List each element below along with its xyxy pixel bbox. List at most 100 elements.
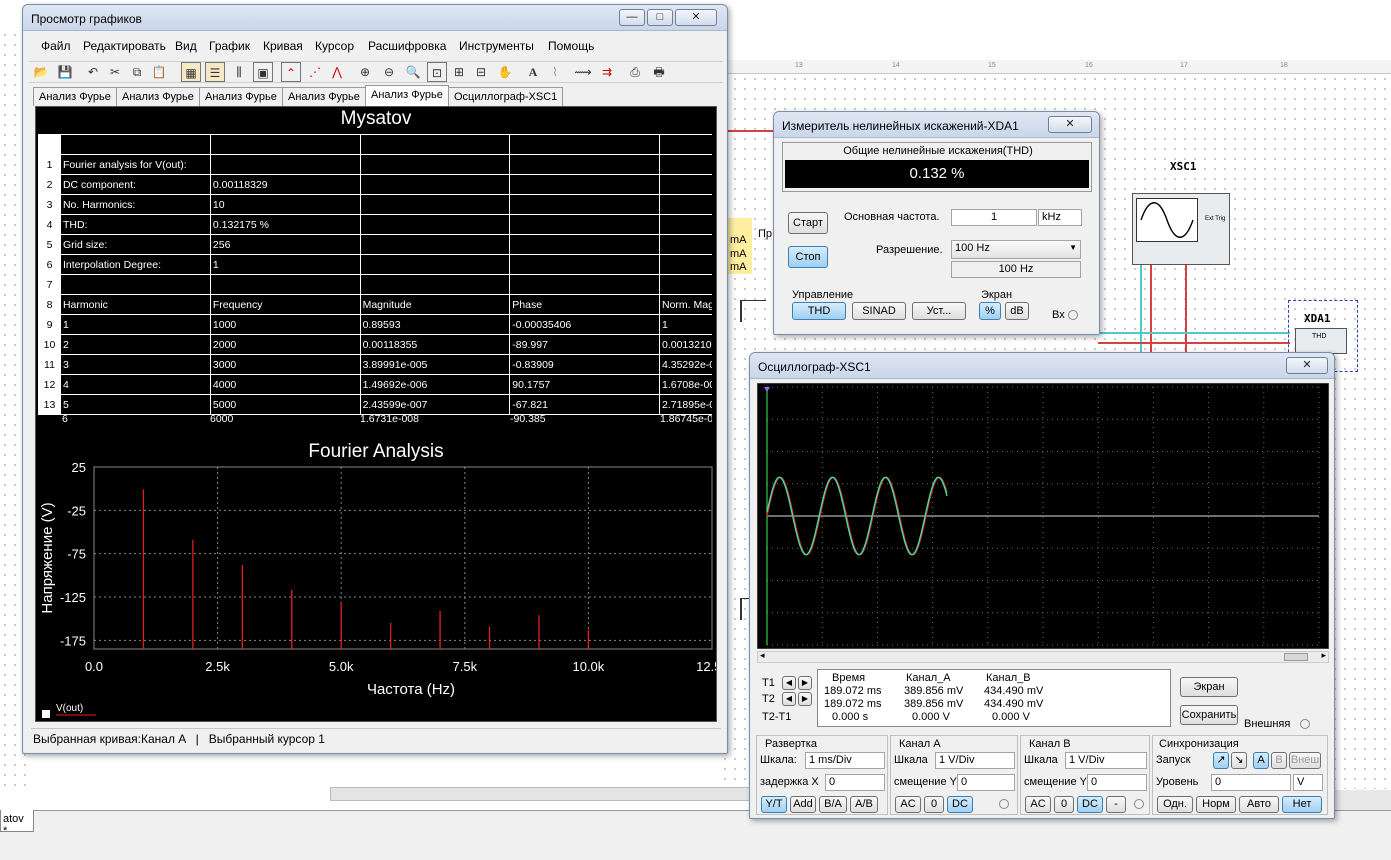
t2-right-button[interactable]: ▶ (798, 692, 812, 706)
yt-button[interactable]: Y/T (761, 796, 787, 813)
close-button[interactable]: ✕ (1286, 357, 1328, 374)
scope-screen[interactable] (757, 383, 1329, 649)
start-button[interactable]: Старт (788, 212, 828, 234)
external-terminal-icon[interactable] (1300, 719, 1310, 729)
chb-offset-input[interactable]: 0 (1087, 774, 1147, 791)
percent-button[interactable]: % (979, 302, 1001, 320)
t1-right-button[interactable]: ▶ (798, 676, 812, 690)
sinad-button[interactable]: SINAD (852, 302, 906, 320)
trigger-level-unit[interactable]: V (1293, 774, 1323, 791)
print-preview-icon[interactable]: ⎙ (625, 62, 645, 82)
menu-trace[interactable]: Кривая (263, 39, 303, 53)
menu-file[interactable]: Файл (41, 39, 71, 53)
chb-zero-button[interactable]: 0 (1054, 796, 1074, 813)
normal-button[interactable]: Норм (1196, 796, 1236, 813)
chb-dc-button[interactable]: DC (1077, 796, 1103, 813)
cut-icon[interactable]: ✂ (105, 62, 125, 82)
maximize-button[interactable]: □ (647, 9, 673, 26)
tab-fourier-3[interactable]: Анализ Фурье (199, 87, 283, 106)
pan-icon[interactable]: ✋ (495, 62, 515, 82)
fourier-chart[interactable]: Fourier Analysis 0.0 2.5k 5.0k 7.5k 10.0k 12.5… (36, 432, 716, 722)
db-button[interactable]: dB (1005, 302, 1029, 320)
points-icon[interactable]: ⋰ (305, 62, 325, 82)
cha-dc-button[interactable]: DC (947, 796, 973, 813)
menu-tools[interactable]: Инструменты (459, 39, 534, 53)
ab-button[interactable]: A/B (850, 796, 878, 813)
save-button[interactable]: Сохранить (1180, 705, 1238, 725)
close-button[interactable]: ✕ (1048, 116, 1092, 133)
menu-cursor[interactable]: Курсор (315, 39, 354, 53)
x-position-input[interactable]: 0 (825, 774, 885, 791)
scroll-right-icon[interactable]: ▸ (1321, 650, 1326, 661)
menu-view[interactable]: Вид (175, 39, 197, 53)
zoom-out-icon[interactable]: ⊖ (379, 62, 399, 82)
menu-decode[interactable]: Расшифровка (368, 39, 446, 53)
paste-icon[interactable]: 📋 (149, 62, 169, 82)
xda1-instrument[interactable]: THD (1295, 328, 1347, 354)
menu-help[interactable]: Помощь (548, 39, 594, 53)
grapher-titlebar[interactable]: Просмотр графиков — □ ✕ (23, 5, 727, 31)
t2-left-button[interactable]: ◀ (782, 692, 796, 706)
line-chart-icon[interactable]: ⌃ (281, 62, 301, 82)
minimize-button[interactable]: — (619, 9, 645, 26)
menu-edit[interactable]: Редактировать (83, 39, 166, 53)
open-icon[interactable]: 📂 (31, 62, 51, 82)
fundamental-freq-input[interactable]: 1 (951, 209, 1037, 226)
input-terminal-icon[interactable] (1068, 310, 1078, 320)
close-button[interactable]: ✕ (675, 9, 717, 26)
tab-fourier-1[interactable]: Анализ Фурье (33, 87, 117, 106)
xsc1-instrument[interactable]: Ext Trig (1132, 193, 1230, 265)
trigger-level-input[interactable]: 0 (1211, 774, 1291, 791)
undo-icon[interactable]: ↶ (83, 62, 103, 82)
freq-unit[interactable]: kHz (1038, 209, 1082, 226)
setup-button[interactable]: Уст... (912, 302, 966, 320)
zoom-y-icon[interactable]: ⊟ (471, 62, 491, 82)
line-points-icon[interactable]: ⋀ (327, 62, 347, 82)
rising-edge-button[interactable]: ↗ (1213, 752, 1229, 769)
scroll-left-icon[interactable]: ◂ (760, 650, 765, 661)
save-icon[interactable]: 💾 (55, 62, 75, 82)
screen-icon[interactable]: ▣ (253, 62, 273, 82)
print-icon[interactable]: 🖶 (649, 62, 669, 82)
distortion-titlebar[interactable]: Измеритель нелинейных искажений-XDA1 ✕ (774, 112, 1099, 138)
text-icon[interactable]: A (523, 62, 543, 82)
current-probe[interactable]: mA mA mA (726, 218, 752, 274)
scope-titlebar[interactable]: Осциллограф-XSC1 ✕ (750, 353, 1334, 379)
export-icon[interactable]: ⇉ (597, 62, 617, 82)
chb-ac-button[interactable]: AC (1025, 796, 1051, 813)
legend-icon[interactable]: ☰ (205, 62, 225, 82)
scope-scrollbar[interactable]: ◂ ▸ (757, 650, 1329, 663)
tab-fourier-2[interactable]: Анализ Фурье (116, 87, 200, 106)
t1-left-button[interactable]: ◀ (782, 676, 796, 690)
chb-invert-button[interactable]: - (1106, 796, 1126, 813)
grid-icon[interactable]: ▦ (181, 62, 201, 82)
zoom-x-icon[interactable]: ⊞ (449, 62, 469, 82)
cha-ac-button[interactable]: AC (895, 796, 921, 813)
cha-offset-input[interactable]: 0 (957, 774, 1015, 791)
trigger-ext-button[interactable]: Внеш (1289, 752, 1321, 769)
zoom-fit-icon[interactable]: ⊡ (427, 62, 447, 82)
label-icon[interactable]: ⌇ (545, 62, 565, 82)
tab-fourier-5[interactable]: Анализ Фурье (365, 85, 449, 106)
chb-scale-input[interactable]: 1 V/Div (1065, 752, 1147, 769)
cha-scale-input[interactable]: 1 V/Div (935, 752, 1015, 769)
trigger-a-button[interactable]: A (1253, 752, 1269, 769)
cha-terminal-icon[interactable] (999, 799, 1009, 809)
reverse-screen-button[interactable]: Экран (1180, 677, 1238, 697)
horizontal-scrollbar[interactable] (330, 787, 750, 801)
scroll-thumb[interactable] (1284, 653, 1308, 661)
tab-fourier-4[interactable]: Анализ Фурье (282, 87, 366, 106)
copy-icon[interactable]: ⧉ (127, 62, 147, 82)
single-button[interactable]: Одн. (1157, 796, 1193, 813)
chb-terminal-icon[interactable] (1134, 799, 1144, 809)
cha-zero-button[interactable]: 0 (924, 796, 944, 813)
auto-button[interactable]: Авто (1239, 796, 1279, 813)
ba-button[interactable]: B/A (819, 796, 847, 813)
thd-button[interactable]: THD (792, 302, 846, 320)
stop-button[interactable]: Стоп (788, 246, 828, 268)
timebase-scale-input[interactable]: 1 ms/Div (805, 752, 885, 769)
overlay-icon[interactable]: ⟿ (573, 62, 593, 82)
tab-oscilloscope[interactable]: Осциллограф-XSC1 (448, 87, 564, 106)
zoom-icon[interactable]: 🔍 (403, 62, 423, 82)
menu-graph[interactable]: График (209, 39, 250, 53)
